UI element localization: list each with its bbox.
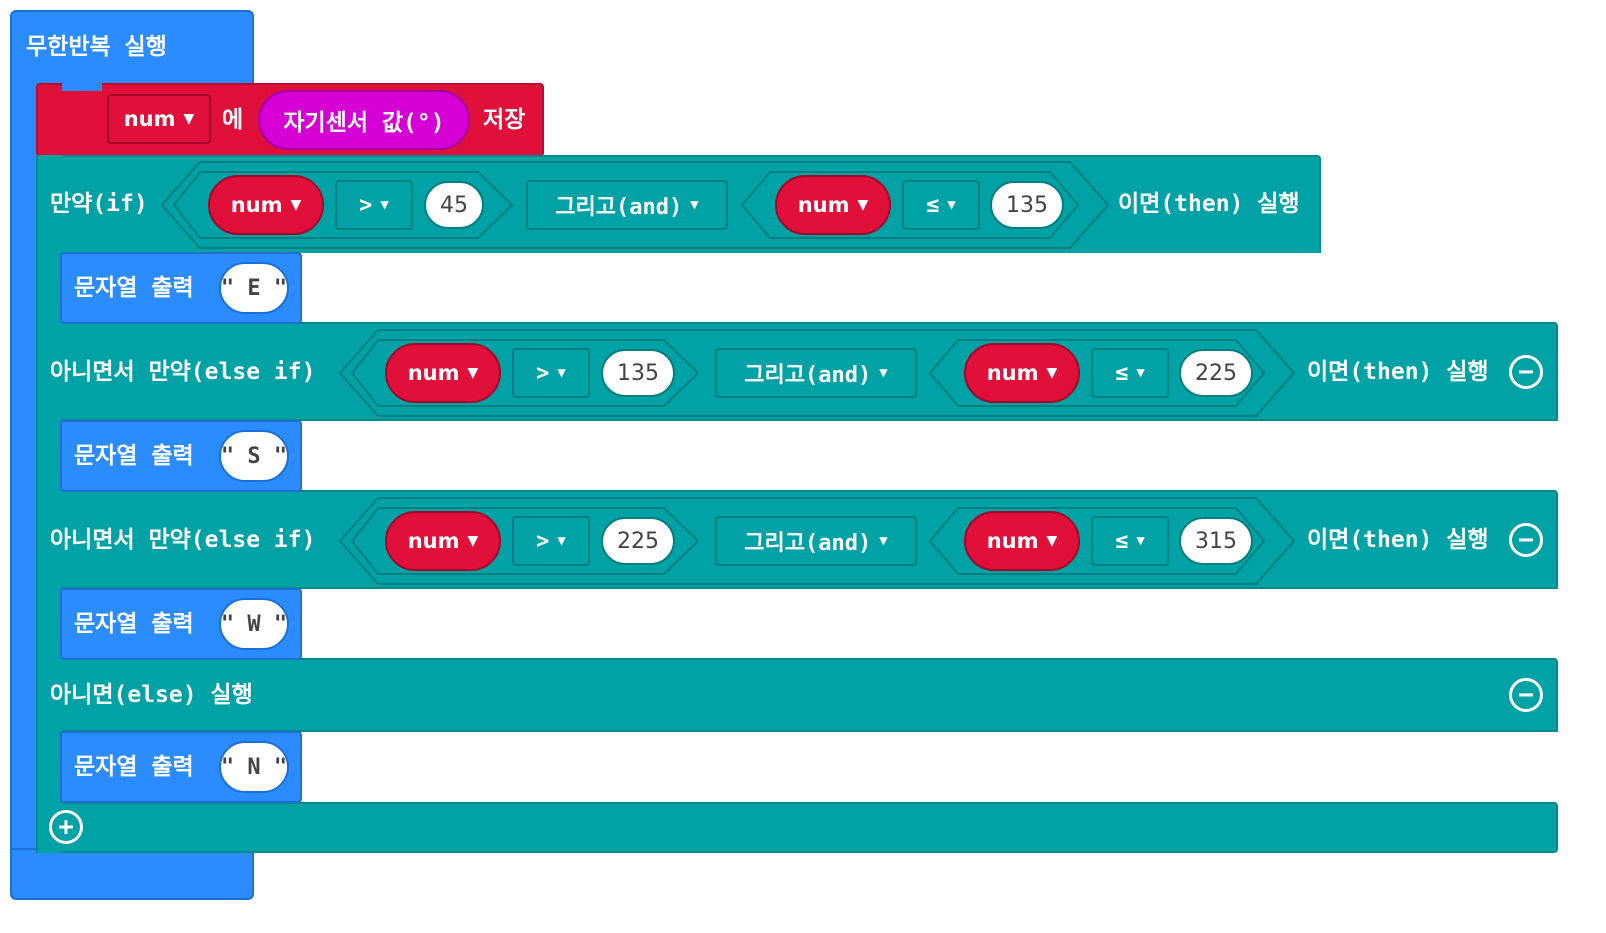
- if-label: 만약(if): [50, 191, 148, 217]
- num-var-2b[interactable]: num ▼: [964, 343, 1080, 403]
- num-var-1a[interactable]: num ▼: [208, 175, 324, 235]
- chevron-down-icon: ▼: [857, 197, 869, 213]
- chevron-down-icon: ▼: [183, 111, 195, 127]
- forever-label: 무한반복 실행: [26, 34, 167, 60]
- compass-heading-label: 자기센서 값(°): [283, 110, 445, 136]
- then-label-2: 이면(then) 실행: [1307, 359, 1489, 385]
- and-dropdown-2[interactable]: 그리고(and) ▼: [715, 348, 917, 398]
- chevron-down-icon: ▼: [1046, 533, 1058, 549]
- set-middle-label: 에: [222, 107, 244, 133]
- else-header[interactable]: [36, 658, 1558, 732]
- num-var-3a[interactable]: num ▼: [385, 511, 501, 571]
- chevron-down-icon: ▼: [1136, 533, 1145, 549]
- chevron-down-icon: ▼: [879, 365, 888, 381]
- else-label: 아니면(else) 실행: [50, 682, 253, 708]
- num-var-2a[interactable]: num ▼: [385, 343, 501, 403]
- chevron-down-icon: ▼: [467, 533, 479, 549]
- string-input-e[interactable]: " E ": [219, 262, 289, 314]
- chevron-down-icon: ▼: [557, 365, 566, 381]
- print-label-e: 문자열 출력: [74, 275, 194, 301]
- chevron-down-icon: ▼: [380, 197, 389, 213]
- print-label-s: 문자열 출력: [74, 443, 194, 469]
- op-dropdown-3b[interactable]: ≤ ▼: [1091, 516, 1169, 566]
- op-dropdown-2a[interactable]: > ▼: [512, 348, 590, 398]
- chevron-down-icon: ▼: [1136, 365, 1145, 381]
- string-input-w[interactable]: " W ": [219, 598, 289, 650]
- chevron-down-icon: ▼: [947, 197, 956, 213]
- chevron-down-icon: ▼: [467, 365, 479, 381]
- set-end-label: 저장: [483, 107, 526, 133]
- op-dropdown-1b[interactable]: ≤ ▼: [902, 180, 980, 230]
- number-input-3a[interactable]: 225: [601, 517, 675, 565]
- print-label-n: 문자열 출력: [74, 754, 194, 780]
- else-if-label-1: 아니면서 만약(else if): [50, 359, 316, 385]
- chevron-down-icon: ▼: [690, 197, 699, 213]
- plus-circle-icon[interactable]: +: [49, 810, 83, 844]
- variable-dropdown-label: num: [123, 107, 176, 131]
- num-var-3b[interactable]: num ▼: [964, 511, 1080, 571]
- chevron-down-icon: ▼: [290, 197, 302, 213]
- num-var-1b[interactable]: num ▼: [775, 175, 891, 235]
- if-footer[interactable]: [36, 802, 1558, 853]
- and-dropdown-3[interactable]: 그리고(and) ▼: [715, 516, 917, 566]
- else-if-label-2: 아니면서 만약(else if): [50, 527, 316, 553]
- chevron-down-icon: ▼: [1046, 365, 1058, 381]
- compass-heading-block[interactable]: 자기센서 값(°): [258, 90, 470, 150]
- chevron-down-icon: ▼: [879, 533, 888, 549]
- string-input-n[interactable]: " N ": [219, 741, 289, 793]
- variable-dropdown[interactable]: num ▼: [107, 94, 211, 144]
- op-dropdown-3a[interactable]: > ▼: [512, 516, 590, 566]
- if-left-spine: [36, 155, 62, 853]
- op-dropdown-1a[interactable]: > ▼: [335, 180, 413, 230]
- number-input-2a[interactable]: 135: [601, 349, 675, 397]
- number-input-1b[interactable]: 135: [990, 181, 1064, 229]
- then-label-3: 이면(then) 실행: [1307, 527, 1489, 553]
- print-label-w: 문자열 출력: [74, 611, 194, 637]
- forever-left-arm: [10, 80, 38, 850]
- number-input-3b[interactable]: 315: [1179, 517, 1253, 565]
- and-dropdown-1[interactable]: 그리고(and) ▼: [526, 180, 728, 230]
- minus-circle-icon[interactable]: −: [1509, 355, 1543, 389]
- set-block-notch: [62, 83, 102, 91]
- op-dropdown-2b[interactable]: ≤ ▼: [1091, 348, 1169, 398]
- minus-circle-icon[interactable]: −: [1509, 523, 1543, 557]
- string-input-s[interactable]: " S ": [219, 430, 289, 482]
- number-input-2b[interactable]: 225: [1179, 349, 1253, 397]
- chevron-down-icon: ▼: [557, 533, 566, 549]
- number-input-1a[interactable]: 45: [424, 181, 484, 229]
- then-label-1: 이면(then) 실행: [1118, 191, 1300, 217]
- forever-bottom: [10, 848, 254, 900]
- minus-circle-icon[interactable]: −: [1509, 678, 1543, 712]
